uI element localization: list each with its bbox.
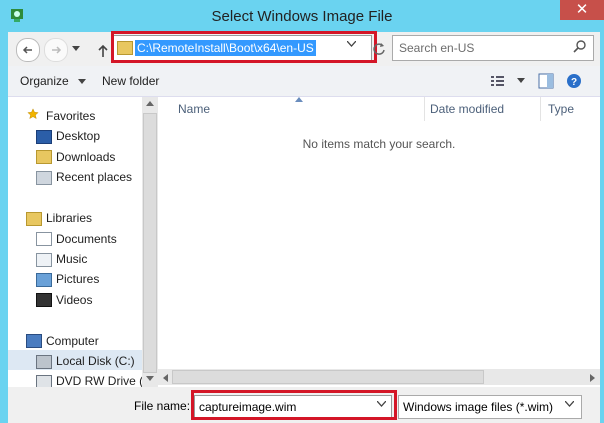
downloads-folder-icon <box>36 150 52 164</box>
up-arrow-icon <box>98 44 108 57</box>
scroll-left-icon[interactable] <box>163 374 169 382</box>
videos-icon <box>36 293 52 307</box>
sidebar-item-computer[interactable]: Computer <box>46 334 99 348</box>
desktop-icon <box>36 130 52 144</box>
help-icon[interactable]: ? <box>566 73 582 89</box>
new-folder-button[interactable]: New folder <box>102 74 159 88</box>
file-type-select[interactable]: Windows image files (*.wim) <box>398 395 582 419</box>
pictures-icon <box>36 273 52 287</box>
file-list-pane[interactable]: Name Date modified Type No items match y… <box>158 97 600 387</box>
empty-message: No items match your search. <box>302 137 456 151</box>
scroll-up-icon[interactable] <box>146 101 154 107</box>
sidebar-item-local-disk[interactable]: Local Disk (C:) <box>56 354 135 368</box>
preview-pane-icon[interactable] <box>538 73 554 89</box>
close-button[interactable]: ✕ <box>560 0 604 20</box>
computer-icon <box>26 334 42 348</box>
search-placeholder: Search en-US <box>399 41 475 55</box>
file-name-highlight-box <box>191 390 397 420</box>
title-bar: Select Windows Image File ✕ <box>0 0 604 32</box>
dvd-drive-icon <box>36 375 52 387</box>
chevron-down-icon <box>78 79 87 84</box>
address-highlight-box <box>111 31 377 63</box>
organize-button[interactable]: Organize <box>20 74 87 88</box>
sidebar-item-favorites[interactable]: Favorites <box>46 109 95 123</box>
local-disk-icon <box>36 355 52 369</box>
recent-locations-dropdown[interactable] <box>70 42 82 56</box>
forward-arrow-icon <box>52 46 62 54</box>
file-type-value: Windows image files (*.wim) <box>403 400 554 414</box>
sidebar-item-desktop[interactable]: Desktop <box>56 129 100 143</box>
scroll-down-icon[interactable] <box>146 376 154 382</box>
sidebar-item-documents[interactable]: Documents <box>56 232 117 246</box>
sidebar-item-pictures[interactable]: Pictures <box>56 272 99 286</box>
chevron-down-icon[interactable] <box>565 401 574 407</box>
recent-places-icon <box>36 171 52 185</box>
back-button[interactable] <box>16 38 40 62</box>
chevron-down-icon[interactable] <box>517 78 525 84</box>
documents-icon <box>36 232 52 246</box>
file-list-scroll-thumb[interactable] <box>172 370 484 384</box>
sidebar-item-libraries[interactable]: Libraries <box>46 211 92 225</box>
sort-indicator-icon <box>295 97 303 102</box>
organize-label: Organize <box>20 74 69 88</box>
sidebar-scroll-thumb[interactable] <box>143 113 157 373</box>
navigation-pane: Favorites Desktop Downloads Recent place… <box>8 97 158 387</box>
libraries-icon <box>26 212 42 226</box>
file-name-row: File name: captureimage.wim Windows imag… <box>8 387 600 423</box>
sidebar-item-dvd-drive[interactable]: DVD RW Drive (D <box>56 374 152 387</box>
svg-text:?: ? <box>571 77 577 88</box>
chevron-down-icon <box>72 46 80 51</box>
column-separator[interactable] <box>424 97 425 121</box>
window-title: Select Windows Image File <box>211 8 393 25</box>
music-icon <box>36 253 52 267</box>
back-arrow-icon <box>22 46 32 54</box>
view-options-icon[interactable] <box>490 74 506 88</box>
column-header-name[interactable]: Name <box>178 97 210 121</box>
column-header-date-modified[interactable]: Date modified <box>430 97 504 121</box>
sidebar-item-music[interactable]: Music <box>56 252 87 266</box>
forward-button[interactable] <box>44 38 68 62</box>
sidebar-item-downloads[interactable]: Downloads <box>56 150 115 164</box>
command-toolbar: Organize New folder ? <box>8 66 600 97</box>
column-header-type[interactable]: Type <box>548 97 574 121</box>
file-name-label: File name: <box>134 399 191 413</box>
sidebar-item-videos[interactable]: Videos <box>56 293 92 307</box>
star-icon <box>27 108 39 119</box>
search-box[interactable]: Search en-US <box>392 35 594 61</box>
sidebar-item-recent-places[interactable]: Recent places <box>56 170 132 184</box>
column-separator[interactable] <box>540 97 541 121</box>
scroll-right-icon[interactable] <box>590 374 596 382</box>
search-icon[interactable] <box>573 39 587 53</box>
refresh-icon[interactable] <box>372 42 386 56</box>
navigation-bar: C:\RemoteInstall\Boot\x64\en-US Search e… <box>8 31 600 66</box>
